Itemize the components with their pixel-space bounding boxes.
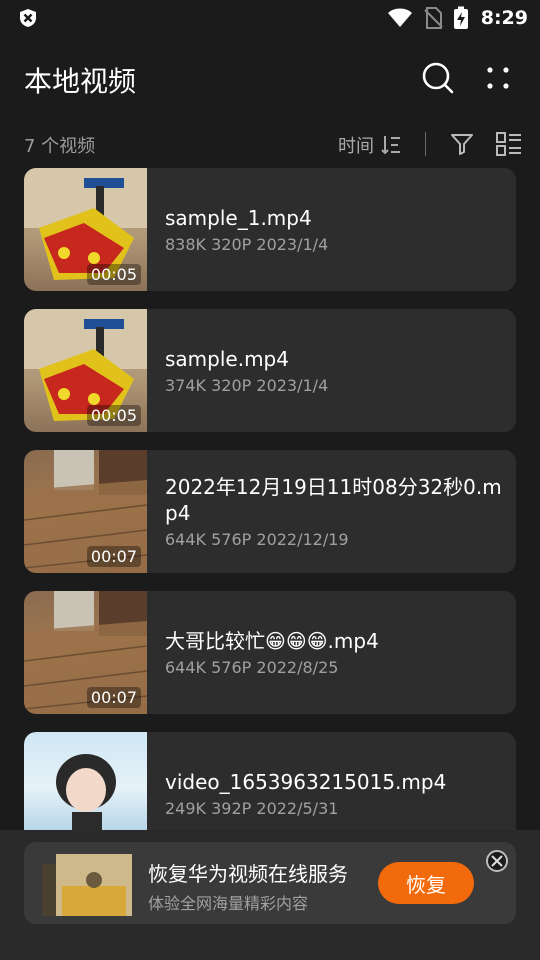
wifi-icon xyxy=(387,8,412,27)
duration-badge: 00:07 xyxy=(86,546,141,567)
video-meta: 644K 576P 2022/12/19 xyxy=(165,530,349,549)
video-meta: 374K 320P 2023/1/4 xyxy=(165,376,329,395)
restore-button[interactable]: 恢复 xyxy=(378,862,474,904)
ad-subtitle: 体验全网海量精彩内容 xyxy=(148,894,309,913)
search-icon[interactable] xyxy=(420,60,456,96)
video-count: 7 个视频 xyxy=(24,136,96,157)
video-thumbnail: 00:05 xyxy=(24,309,147,432)
filter-icon[interactable] xyxy=(450,132,474,156)
duration-badge: 00:05 xyxy=(86,405,141,426)
video-item[interactable]: 00:07 2022年12月19日11时08分32秒0.mp4 644K 576… xyxy=(24,450,516,573)
video-meta: 644K 576P 2022/8/25 xyxy=(165,658,339,677)
ad-poster-image xyxy=(42,854,132,916)
video-item[interactable]: 00:05 sample_1.mp4 838K 320P 2023/1/4 xyxy=(24,168,516,291)
sort-label: 时间 xyxy=(338,136,374,157)
video-meta: 838K 320P 2023/1/4 xyxy=(165,235,329,254)
shield-icon xyxy=(20,9,36,27)
status-bar: 8:29 xyxy=(0,0,540,36)
video-item[interactable]: 00:07 大哥比较忙😁😁😁.mp4 644K 576P 2022/8/25 xyxy=(24,591,516,714)
sort-icon xyxy=(381,136,400,155)
video-title: sample.mp4 xyxy=(165,347,289,371)
view-mode-icon[interactable] xyxy=(496,132,522,156)
video-title: video_1653963215015.mp4 xyxy=(165,770,447,794)
video-thumbnail: 00:05 xyxy=(24,168,147,291)
sort-button[interactable]: 时间 xyxy=(338,132,402,158)
video-thumbnail: 00:07 xyxy=(24,450,147,573)
page-title: 本地视频 xyxy=(24,65,137,98)
close-icon[interactable] xyxy=(486,850,508,872)
video-title: sample_1.mp4 xyxy=(165,206,312,230)
ad-banner[interactable]: 恢复华为视频在线服务 体验全网海量精彩内容 恢复 xyxy=(24,842,516,924)
app-bar: 本地视频 xyxy=(0,52,540,104)
video-thumbnail: 00:07 xyxy=(24,591,147,714)
list-toolbar: 7 个视频 时间 xyxy=(0,124,540,164)
clock: 8:29 xyxy=(480,7,528,29)
video-meta: 249K 392P 2022/5/31 xyxy=(165,799,339,818)
toolbar-divider xyxy=(425,132,426,156)
duration-badge: 00:05 xyxy=(86,264,141,285)
video-title: 大哥比较忙😁😁😁.mp4 xyxy=(165,629,379,653)
video-title: 2022年12月19日11时08分32秒0.mp4 xyxy=(165,475,502,525)
more-options-icon[interactable] xyxy=(480,62,516,94)
video-item[interactable]: 00:05 sample.mp4 374K 320P 2023/1/4 xyxy=(24,309,516,432)
no-sim-icon xyxy=(424,7,443,29)
duration-badge: 00:07 xyxy=(86,687,141,708)
ad-title: 恢复华为视频在线服务 xyxy=(148,862,348,886)
battery-charging-icon xyxy=(453,6,468,29)
